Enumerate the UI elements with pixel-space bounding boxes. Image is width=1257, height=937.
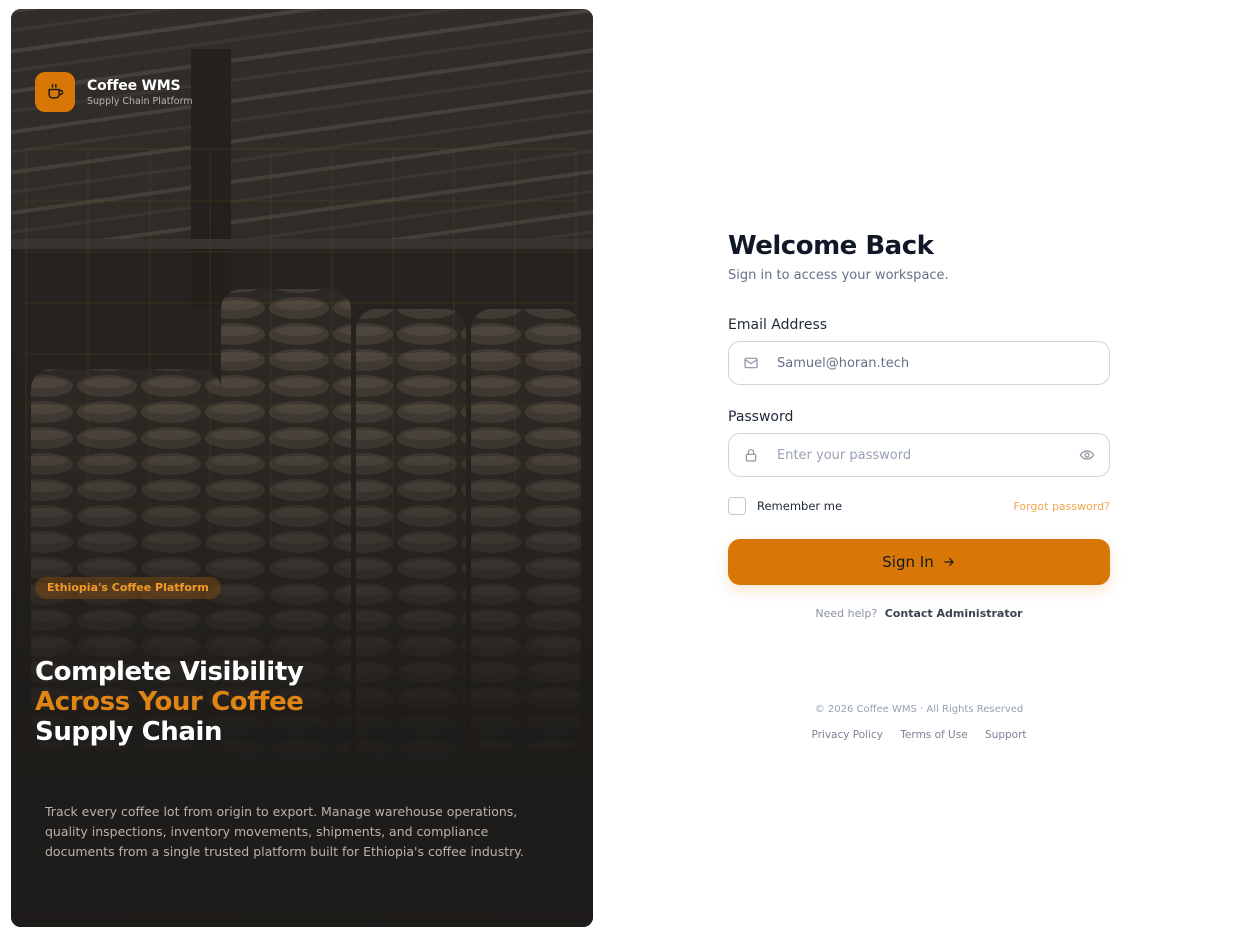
arrow-right-icon xyxy=(944,557,954,567)
hero-headline: Complete Visibility Across Your Coffee S… xyxy=(35,657,304,747)
terms-of-use-link[interactable]: Terms of Use xyxy=(900,729,967,741)
email-input[interactable] xyxy=(775,354,1095,372)
headline-line-1: Complete Visibility xyxy=(35,657,304,687)
options-row: Remember me Forgot password? xyxy=(728,497,1110,515)
page-title: Welcome Back xyxy=(728,231,934,261)
brand: Coffee WMS Supply Chain Platform xyxy=(35,72,193,112)
password-field xyxy=(728,433,1110,477)
help-row: Need help? Contact Administrator xyxy=(728,607,1110,620)
remember-me: Remember me xyxy=(728,497,842,515)
email-label: Email Address xyxy=(728,317,828,333)
email-field xyxy=(728,341,1110,385)
eye-icon[interactable] xyxy=(1079,447,1095,463)
headline-line-3: Supply Chain xyxy=(35,717,223,747)
hero-panel: Coffee WMS Supply Chain Platform Ethiopi… xyxy=(11,9,593,927)
password-label: Password xyxy=(728,409,794,425)
password-input[interactable] xyxy=(775,446,1079,464)
remember-me-checkbox[interactable] xyxy=(728,497,746,515)
brand-name: Coffee WMS xyxy=(87,77,181,94)
footer-links: Privacy Policy Terms of Use Support xyxy=(728,729,1110,741)
page-subtitle: Sign in to access your workspace. xyxy=(728,268,949,283)
mail-icon xyxy=(744,357,758,369)
support-link[interactable]: Support xyxy=(985,729,1027,741)
sign-in-label: Sign In xyxy=(882,553,934,571)
remember-me-label: Remember me xyxy=(757,499,843,513)
sign-in-button[interactable]: Sign In xyxy=(728,539,1110,585)
forgot-password-link[interactable]: Forgot password? xyxy=(1013,500,1110,513)
help-text: Need help? xyxy=(815,607,878,620)
privacy-policy-link[interactable]: Privacy Policy xyxy=(811,729,883,741)
copyright: © 2026 Coffee WMS · All Rights Reserved xyxy=(814,704,1024,715)
coffee-cup-icon xyxy=(35,72,75,112)
lock-icon xyxy=(745,449,757,462)
platform-tag: Ethiopia's Coffee Platform xyxy=(35,577,221,599)
login-form: Welcome Back Sign in to access your work… xyxy=(728,228,1110,620)
hero-description: Track every coffee lot from origin to ex… xyxy=(45,804,524,859)
headline-line-2: Across Your Coffee xyxy=(35,687,304,717)
brand-subtitle: Supply Chain Platform xyxy=(87,95,193,107)
contact-administrator-link[interactable]: Contact Administrator xyxy=(885,607,1023,620)
hero-overlay xyxy=(11,9,593,927)
